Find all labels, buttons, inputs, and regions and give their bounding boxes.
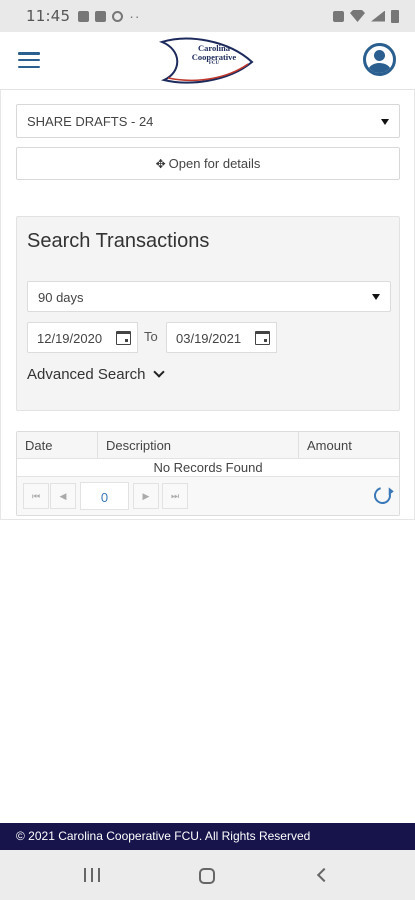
home-icon[interactable] (199, 868, 215, 884)
open-details-label: Open for details (168, 156, 261, 171)
sync-icon (112, 10, 124, 22)
wifi-icon (350, 10, 365, 22)
search-transactions-panel: Search Transactions 90 days 12/19/2020 T… (16, 216, 400, 411)
mail-icon (95, 10, 107, 22)
advanced-search-toggle[interactable]: Advanced Search (27, 366, 166, 383)
previous-page-button[interactable]: ◀ (50, 483, 76, 509)
calendar-icon (255, 331, 270, 345)
user-avatar-icon[interactable] (363, 43, 396, 76)
to-date-calendar-button[interactable] (248, 322, 277, 353)
grid-header: Date Description Amount (17, 432, 399, 459)
caret-down-icon (381, 119, 389, 125)
status-time: 11:45 (26, 7, 71, 25)
empty-message: No Records Found (153, 460, 263, 475)
from-date-calendar-button[interactable] (109, 322, 138, 353)
signal-icon (371, 10, 385, 22)
column-header-description[interactable]: Description (98, 432, 299, 459)
copyright-footer: © 2021 Carolina Cooperative FCU. All Rig… (0, 823, 415, 850)
more-notifications-icon: ·· (129, 8, 141, 24)
status-bar: 11:45 ·· (0, 0, 415, 32)
chevron-down-icon (153, 366, 166, 378)
mute-icon (333, 10, 344, 22)
page-number-input[interactable]: 0 (80, 482, 129, 510)
to-label: To (144, 329, 158, 344)
notification-icon (78, 10, 90, 22)
system-nav-bar (0, 850, 415, 900)
date-range-value: 90 days (38, 290, 84, 305)
search-title: Search Transactions (27, 230, 210, 252)
status-left-icons: ·· (78, 8, 140, 24)
refresh-icon[interactable] (370, 483, 395, 508)
last-page-button[interactable]: ⏭ (162, 483, 188, 509)
logo-text: Carolina Cooperative FCU (191, 43, 237, 66)
caret-down-icon (372, 294, 380, 300)
grid-pager: ⏮ ◀ 0 ▶ ⏭ (17, 476, 399, 515)
date-range-select[interactable]: 90 days (27, 281, 391, 312)
recent-apps-icon[interactable] (84, 868, 100, 882)
first-page-button[interactable]: ⏮ (23, 483, 49, 509)
account-select[interactable]: SHARE DRAFTS - 24 (16, 104, 400, 138)
open-details-button[interactable]: ✥ Open for details (16, 147, 400, 180)
column-header-date[interactable]: Date (17, 432, 98, 459)
back-icon[interactable] (316, 867, 332, 883)
next-page-button[interactable]: ▶ (133, 483, 159, 509)
menu-icon[interactable] (18, 52, 40, 68)
brand-logo[interactable]: Carolina Cooperative FCU (158, 36, 256, 86)
account-select-value: SHARE DRAFTS - 24 (27, 114, 154, 129)
battery-icon (391, 9, 399, 23)
transactions-grid: Date Description Amount No Records Found… (16, 431, 400, 516)
app-header: Carolina Cooperative FCU (0, 32, 415, 90)
advanced-search-label: Advanced Search (27, 366, 146, 383)
calendar-icon (116, 331, 131, 345)
move-icon: ✥ (155, 157, 166, 171)
column-header-amount[interactable]: Amount (299, 432, 399, 459)
status-right-icons (333, 9, 399, 23)
